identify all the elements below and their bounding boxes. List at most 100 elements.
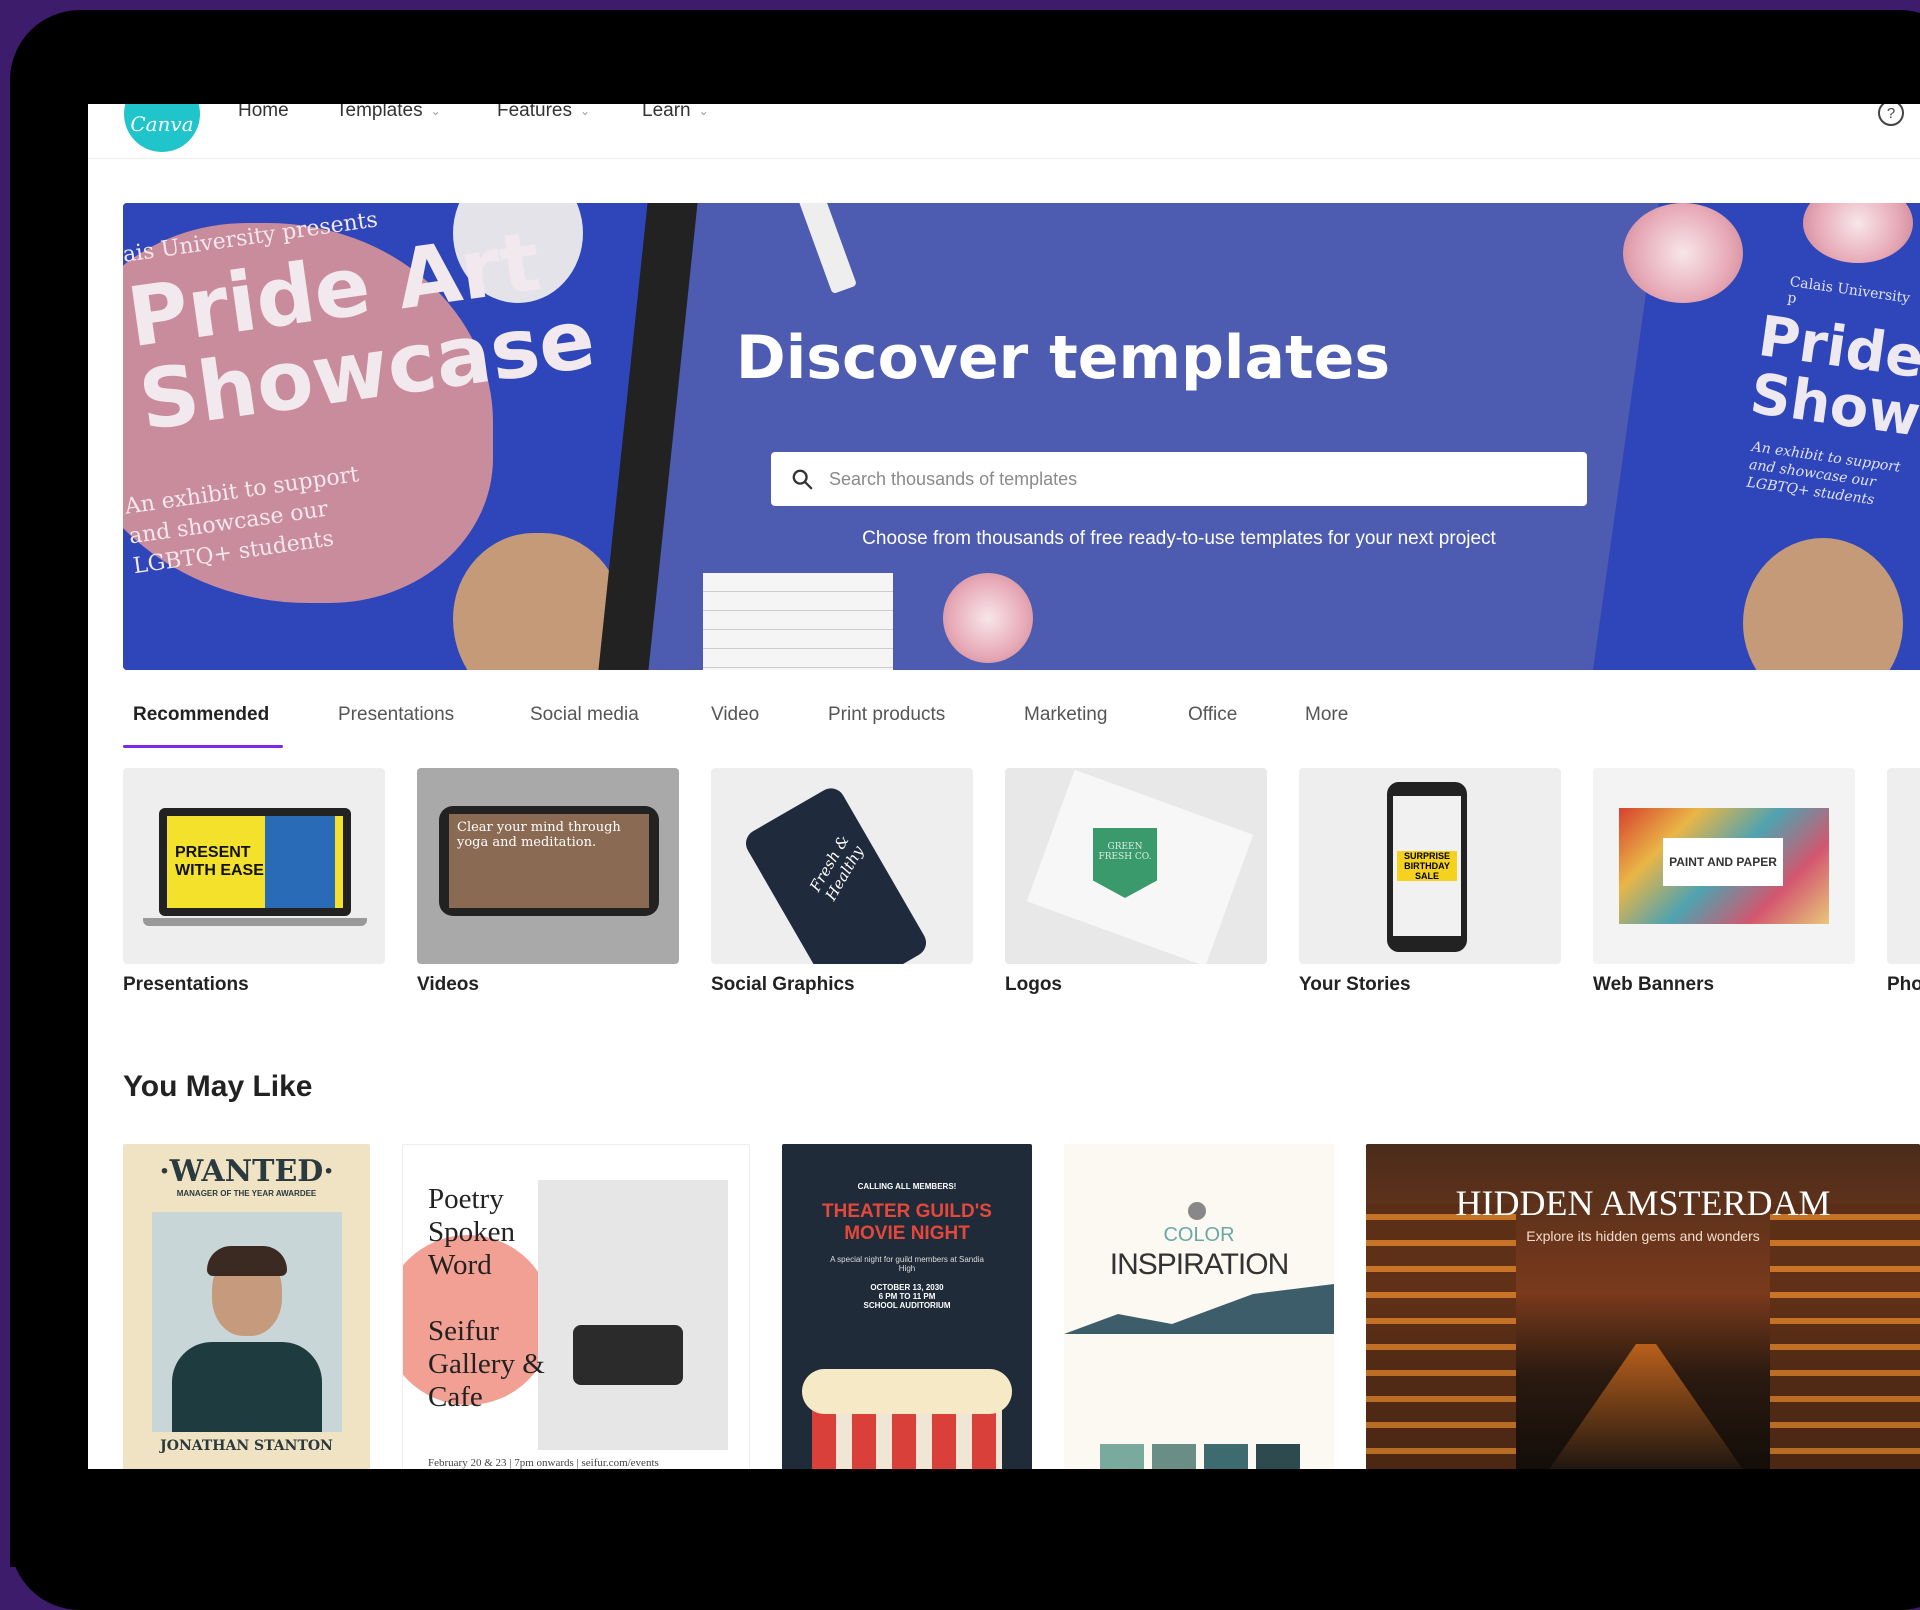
- thumb-text: Clear your mind through yoga and meditat…: [449, 814, 649, 908]
- you-may-like-heading: You May Like: [123, 1070, 313, 1103]
- tab-label: More: [1305, 704, 1349, 725]
- category-thumbnail: SURPRISE BIRTHDAY SALE: [1299, 768, 1561, 964]
- tab-label: Social media: [530, 704, 639, 725]
- line: Cafe: [428, 1381, 483, 1413]
- category-label: Logos: [1005, 974, 1062, 995]
- thumb-text: SURPRISE BIRTHDAY SALE: [1397, 851, 1457, 881]
- category-thumbnail: GREEN FRESH CO.: [1005, 768, 1267, 964]
- template-card-theater[interactable]: CALLING ALL MEMBERS! THEATER GUILD'S MOV…: [782, 1144, 1032, 1469]
- category-card-your-stories[interactable]: SURPRISE BIRTHDAY SALE Your Stories: [1299, 768, 1561, 996]
- nav-learn-label: Learn: [642, 104, 691, 121]
- nav-templates[interactable]: Templates ⌄: [336, 104, 441, 122]
- search-input[interactable]: [827, 467, 1531, 491]
- template-heading-2: INSPIRATION: [1109, 1248, 1289, 1281]
- template-subtitle: Explore its hidden gems and wonders: [1526, 1228, 1760, 1244]
- tab-label: Print products: [828, 704, 946, 725]
- tab-label: Presentations: [338, 704, 455, 725]
- tab-presentations[interactable]: Presentations: [338, 704, 454, 748]
- category-card-presentations[interactable]: PRESENT WITH EASE Presentations: [123, 768, 385, 996]
- top-nav: Canva Home Templates ⌄ Features ⌄ Learn ⌄ ?: [88, 104, 1920, 159]
- tab-social-media[interactable]: Social media: [530, 704, 639, 748]
- tab-recommended[interactable]: Recommended: [123, 704, 283, 748]
- active-tab-indicator: [123, 745, 283, 748]
- portrait-photo: [151, 1212, 342, 1432]
- template-name: JONATHAN STANTON: [123, 1438, 370, 1454]
- line: Poetry: [428, 1183, 504, 1215]
- category-thumbnail: Clear your mind through yoga and meditat…: [417, 768, 679, 964]
- typewriter-image: [573, 1325, 683, 1385]
- template-heading-1: COLOR: [1163, 1224, 1235, 1246]
- tab-more[interactable]: More: [1305, 704, 1348, 748]
- flower-decoration: [943, 573, 1033, 663]
- category-label: Your Stories: [1299, 974, 1411, 995]
- tab-marketing[interactable]: Marketing: [1024, 704, 1107, 748]
- category-card-logos[interactable]: GREEN FRESH CO. Logos: [1005, 768, 1267, 996]
- category-thumbnail: PRESENT WITH EASE: [123, 768, 385, 964]
- category-card-videos[interactable]: Clear your mind through yoga and meditat…: [417, 768, 679, 996]
- line: Spoken: [428, 1216, 515, 1248]
- thumb-text: PAINT AND PAPER: [1663, 838, 1783, 886]
- template-subtitle: MANAGER OF THE YEAR AWARDEE: [176, 1189, 317, 1198]
- nav-home[interactable]: Home: [238, 104, 289, 122]
- template-lines: Poetry Spoken Word Seifur Gallery & Cafe: [428, 1183, 545, 1414]
- device-bottom-bezel: [10, 1469, 1920, 1567]
- browser-screen: Canva Home Templates ⌄ Features ⌄ Learn ⌄ ?…: [88, 104, 1920, 1469]
- category-label: Social Graphics: [711, 974, 855, 995]
- nav-features[interactable]: Features ⌄: [497, 104, 590, 122]
- tab-office[interactable]: Office: [1188, 704, 1237, 748]
- hero-poster-left: ais University presents Pride Art Showca…: [123, 203, 648, 670]
- category-card-social-graphics[interactable]: Fresh & Healthy Social Graphics: [711, 768, 973, 996]
- template-card-wanted[interactable]: ·WANTED· MANAGER OF THE YEAR AWARDEE JON…: [123, 1144, 370, 1469]
- template-card-color-inspiration[interactable]: COLOR INSPIRATION: [1064, 1144, 1334, 1469]
- category-card-web-banners[interactable]: PAINT AND PAPER Web Banners: [1593, 768, 1855, 996]
- template-body: A special night for guild members at San…: [830, 1255, 984, 1273]
- category-label: Videos: [417, 974, 479, 995]
- template-heading: HIDDEN AMSTERDAM: [1455, 1183, 1831, 1223]
- category-label: Web Banners: [1593, 974, 1715, 995]
- tab-label: Video: [711, 704, 760, 725]
- nav-features-label: Features: [497, 104, 572, 121]
- nav-home-label: Home: [238, 104, 289, 121]
- line: Word: [428, 1249, 492, 1281]
- line: Seifur: [428, 1315, 499, 1347]
- poster-shape: [453, 533, 623, 670]
- line: Gallery &: [428, 1348, 545, 1380]
- search-icon: [792, 469, 813, 490]
- template-heading: ·WANTED·: [159, 1154, 334, 1189]
- chevron-down-icon: ⌄: [698, 104, 709, 118]
- chevron-down-icon: ⌄: [579, 104, 591, 118]
- category-card-photos[interactable]: Pho: [1887, 768, 1920, 996]
- category-label: Pho: [1887, 974, 1920, 995]
- tab-label: Marketing: [1024, 704, 1108, 725]
- tab-print-products[interactable]: Print products: [828, 704, 945, 748]
- template-place: SCHOOL AUDITORIUM: [863, 1301, 951, 1310]
- canva-logo[interactable]: Canva: [124, 104, 200, 152]
- thumb-text: PRESENT WITH EASE: [175, 844, 264, 879]
- tab-label: Office: [1188, 704, 1238, 725]
- template-time: 6 PM TO 11 PM: [878, 1292, 936, 1301]
- category-label: Presentations: [123, 974, 249, 995]
- template-footer: February 20 & 23 | 7pm onwards | seifur.…: [428, 1457, 659, 1469]
- template-kicker: CALLING ALL MEMBERS!: [857, 1182, 957, 1191]
- tab-video[interactable]: Video: [711, 704, 759, 748]
- flower-decoration: [1623, 203, 1743, 303]
- chevron-down-icon: ⌄: [430, 104, 441, 118]
- nav-templates-label: Templates: [336, 104, 423, 121]
- nav-learn[interactable]: Learn ⌄: [642, 104, 709, 122]
- hero-banner: ais University presents Pride Art Showca…: [123, 203, 1920, 670]
- hero-title: Discover templates: [735, 323, 1391, 393]
- help-icon[interactable]: ?: [1878, 104, 1904, 126]
- category-thumbnail: Fresh & Healthy: [711, 768, 973, 964]
- category-thumbnail: PAINT AND PAPER: [1593, 768, 1855, 964]
- template-card-poetry[interactable]: Poetry Spoken Word Seifur Gallery & Cafe…: [402, 1144, 750, 1469]
- poster-right-title: Pride Show: [1746, 304, 1920, 450]
- hero-subtitle: Choose from thousands of free ready-to-u…: [862, 528, 1496, 549]
- template-date: OCTOBER 13, 2030: [870, 1283, 944, 1292]
- template-heading: THEATER GUILD'S MOVIE NIGHT: [822, 1201, 992, 1244]
- template-search-bar[interactable]: [771, 452, 1587, 506]
- notepad-decoration: [703, 573, 893, 670]
- tab-label: Recommended: [133, 704, 270, 725]
- category-thumbnail: [1887, 768, 1920, 964]
- template-card-hidden-amsterdam[interactable]: HIDDEN AMSTERDAM Explore its hidden gems…: [1366, 1144, 1920, 1469]
- pencil-decoration: [794, 203, 858, 295]
